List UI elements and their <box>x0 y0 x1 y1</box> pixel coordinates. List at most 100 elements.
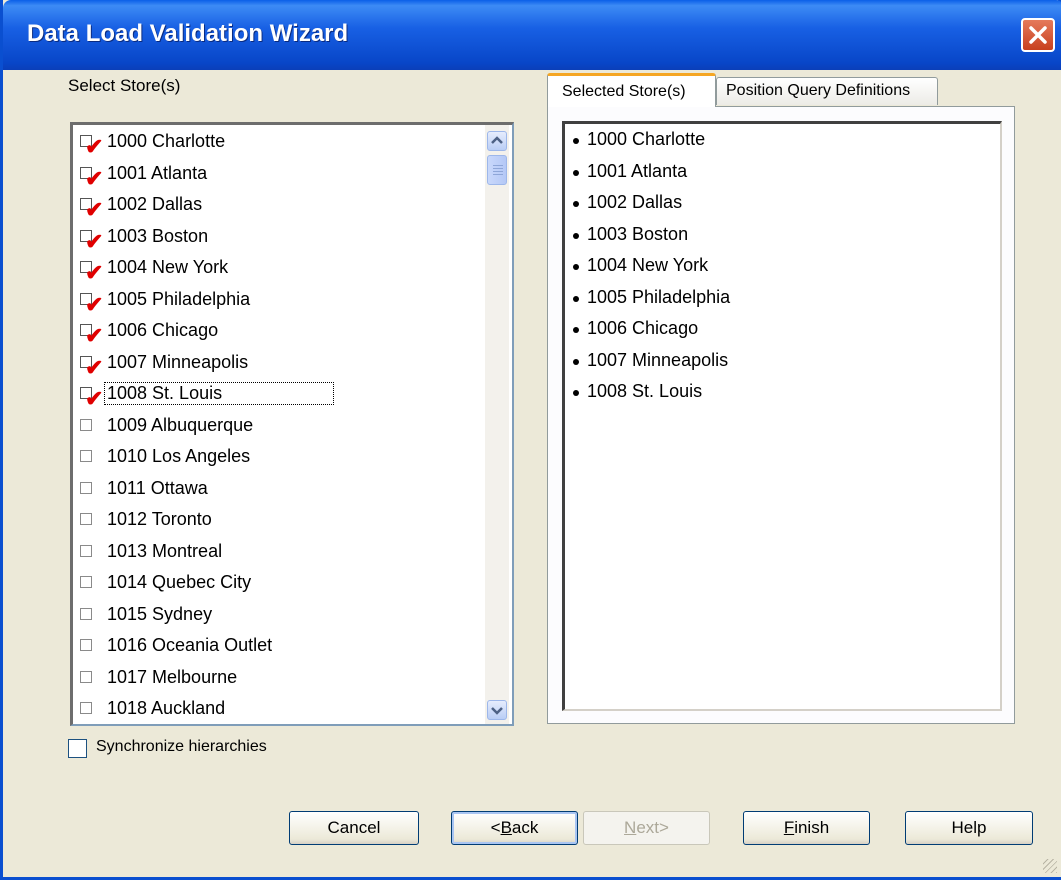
store-checkbox[interactable]: ✔ <box>80 166 103 189</box>
bullet-icon <box>573 264 579 270</box>
finish-button[interactable]: Finish <box>743 811 870 845</box>
store-name: 1005 Philadelphia <box>107 288 251 309</box>
selected-store-item[interactable]: 1002 Dallas <box>565 187 1000 219</box>
store-checkbox[interactable] <box>80 702 92 714</box>
chevron-down-icon <box>491 707 503 715</box>
bullet-icon <box>573 358 579 365</box>
store-checkbox[interactable]: ✔ <box>80 135 103 158</box>
store-list-item[interactable]: ✔ 1006 Chicago <box>73 314 485 347</box>
check-mark-icon: ✔ <box>85 197 104 222</box>
store-name: 1013 Montreal <box>107 540 223 561</box>
check-mark-icon: ✔ <box>85 354 104 380</box>
store-checkbox[interactable] <box>80 450 92 462</box>
bullet-icon <box>573 201 579 207</box>
store-checkbox[interactable] <box>80 607 92 620</box>
tab-selected-stores[interactable]: Selected Store(s) <box>547 73 716 107</box>
store-checkbox[interactable] <box>80 513 92 525</box>
wizard-window: Data Load Validation Wizard Select Store… <box>0 0 1061 880</box>
store-checkbox[interactable]: ✔ <box>80 292 103 315</box>
selected-store-item[interactable]: 1003 Boston <box>565 219 1000 251</box>
store-list-item[interactable]: ✔ 1004 New York <box>73 251 485 284</box>
store-list-item[interactable]: ✔ 1001 Atlanta <box>73 157 485 189</box>
check-mark-icon: ✔ <box>85 134 104 159</box>
store-list-item[interactable]: 1017 Melbourne <box>73 661 485 693</box>
store-list-item[interactable]: ✔ 1005 Philadelphia <box>73 283 485 315</box>
store-checklist[interactable]: ✔ 1000 Charlotte ✔ 1001 Atlanta ✔ 1002 Dallas… <box>70 122 514 726</box>
bullet-icon <box>573 169 579 176</box>
selected-store-name: 1008 St. Louis <box>587 381 703 401</box>
finish-button-label: inish <box>794 818 830 837</box>
store-list-item[interactable]: 1015 Sydney <box>73 598 485 630</box>
synchronize-hierarchies-checkbox[interactable] <box>68 739 87 758</box>
store-checkbox[interactable]: ✔ <box>80 198 103 221</box>
store-checkbox[interactable] <box>80 481 92 494</box>
bullet-icon <box>573 390 579 396</box>
store-list-item[interactable]: ✔ 1000 Charlotte <box>73 125 485 158</box>
selected-store-item[interactable]: 1001 Atlanta <box>565 156 1000 188</box>
cancel-button[interactable]: Cancel <box>289 811 419 845</box>
tab-position-query-definitions[interactable]: Position Query Definitions <box>716 77 938 105</box>
store-checkbox[interactable] <box>80 576 92 588</box>
scroll-thumb[interactable] <box>487 155 507 185</box>
next-button[interactable]: Next> <box>583 811 710 845</box>
store-name: 1004 New York <box>107 257 229 277</box>
store-checkbox[interactable] <box>80 639 92 651</box>
next-button-mnemonic: N <box>624 818 637 837</box>
window-title: Data Load Validation Wizard <box>27 20 349 47</box>
store-list-item[interactable]: 1010 Los Angeles <box>73 440 485 472</box>
selected-store-name: 1005 Philadelphia <box>587 286 731 307</box>
bullet-icon <box>573 295 579 302</box>
selected-store-item[interactable]: 1000 Charlotte <box>565 124 1000 156</box>
vertical-scrollbar[interactable] <box>485 125 509 724</box>
selected-store-item[interactable]: 1007 Minneapolis <box>565 345 1000 377</box>
check-mark-icon: ✔ <box>85 386 104 411</box>
store-checkbox[interactable] <box>80 418 92 431</box>
bullet-icon <box>573 232 579 239</box>
store-name: 1017 Melbourne <box>107 666 238 687</box>
scroll-up-button[interactable] <box>487 131 507 151</box>
store-list-item[interactable]: 1011 Ottawa <box>73 472 485 504</box>
store-checkbox[interactable]: ✔ <box>80 324 103 347</box>
store-list-item[interactable]: 1012 Toronto <box>73 503 485 535</box>
store-list-item[interactable]: 1018 Auckland <box>73 692 485 724</box>
selected-store-name: 1001 Atlanta <box>587 160 688 181</box>
store-list-item[interactable]: ✔ 1003 Boston <box>73 220 485 252</box>
store-list-item[interactable]: 1016 Oceania Outlet <box>73 629 485 661</box>
title-bar[interactable]: Data Load Validation Wizard <box>3 0 1061 70</box>
resize-grip[interactable] <box>1043 859 1057 873</box>
store-checkbox[interactable]: ✔ <box>80 387 103 410</box>
back-button-label: ack <box>511 818 539 837</box>
store-name: 1000 Charlotte <box>107 131 226 151</box>
back-button[interactable]: <Back <box>451 811 578 845</box>
store-checkbox[interactable] <box>80 670 92 683</box>
check-mark-icon: ✔ <box>85 291 104 317</box>
store-list-item[interactable]: ✔ 1008 St. Louis <box>73 377 485 410</box>
selected-store-name: 1007 Minneapolis <box>587 349 729 370</box>
close-button[interactable] <box>1021 18 1055 52</box>
store-list-item[interactable]: ✔ 1007 Minneapolis <box>73 346 485 378</box>
selected-stores-list[interactable]: 1000 Charlotte 1001 Atlanta 1002 Dallas 100… <box>562 121 1002 711</box>
store-name: 1014 Quebec City <box>107 572 252 592</box>
selected-store-item[interactable]: 1008 St. Louis <box>565 376 1000 408</box>
store-list-item[interactable]: 1014 Quebec City <box>73 566 485 598</box>
store-name: 1009 Albuquerque <box>107 414 254 435</box>
back-button-mnemonic: B <box>500 818 512 837</box>
store-list-item[interactable]: 1013 Montreal <box>73 535 485 567</box>
selected-store-item[interactable]: 1006 Chicago <box>565 313 1000 345</box>
store-checkbox[interactable]: ✔ <box>80 261 103 284</box>
store-name: 1016 Oceania Outlet <box>107 635 273 655</box>
store-list-item[interactable]: 1009 Albuquerque <box>73 409 485 441</box>
scroll-down-button[interactable] <box>487 700 507 720</box>
selected-store-name: 1000 Charlotte <box>587 129 706 149</box>
chevron-up-icon <box>491 136 503 144</box>
store-name: 1001 Atlanta <box>107 162 208 183</box>
store-checkbox[interactable]: ✔ <box>80 355 103 378</box>
store-rows: ✔ 1000 Charlotte ✔ 1001 Atlanta ✔ 1002 Dallas… <box>73 125 485 724</box>
cancel-button-label: Cancel <box>327 818 381 837</box>
store-list-item[interactable]: ✔ 1002 Dallas <box>73 188 485 221</box>
selected-store-item[interactable]: 1004 New York <box>565 250 1000 282</box>
help-button[interactable]: Help <box>905 811 1033 845</box>
store-checkbox[interactable] <box>80 544 92 557</box>
selected-store-item[interactable]: 1005 Philadelphia <box>565 282 1000 314</box>
store-checkbox[interactable]: ✔ <box>80 229 103 252</box>
